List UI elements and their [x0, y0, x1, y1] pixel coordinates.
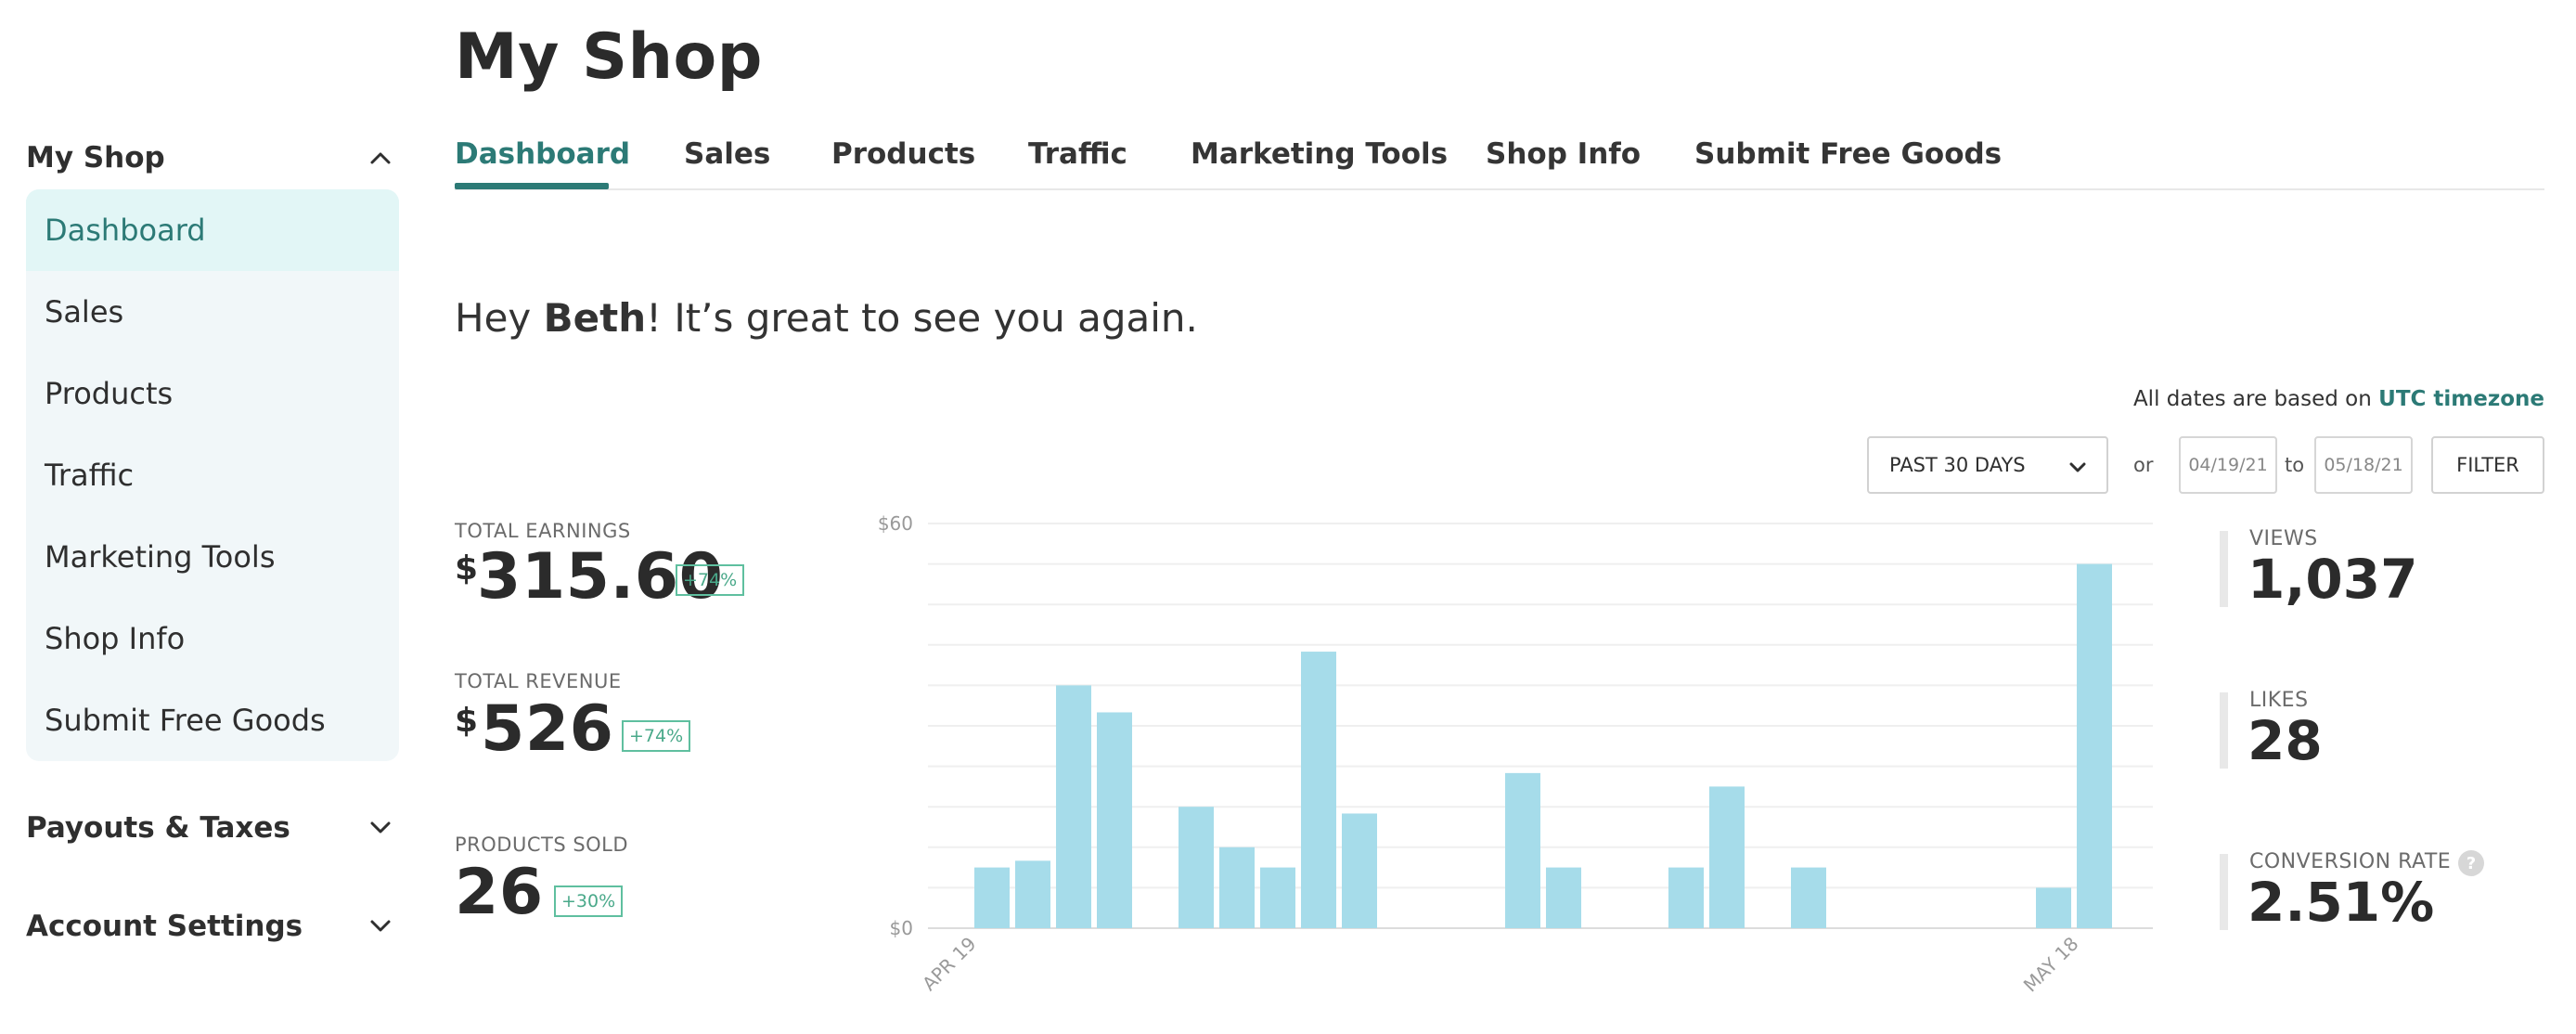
total-earnings-change-badge: +74%: [676, 564, 745, 596]
sidebar-item-traffic[interactable]: Traffic: [26, 434, 399, 516]
utc-timezone-link[interactable]: UTC timezone: [2378, 387, 2544, 411]
chevron-down-icon: [362, 809, 399, 847]
total-revenue-label: TOTAL REVENUE: [455, 670, 622, 692]
sidebar-item-label: Dashboard: [45, 213, 206, 248]
or-label: or: [2133, 454, 2154, 476]
chart-bar[interactable]: [974, 867, 1010, 928]
total-revenue-change-badge: +74%: [622, 720, 691, 752]
earnings-bar-chart: $60 $0APR 19 MAY 18: [878, 512, 2153, 997]
tab-sales[interactable]: Sales: [684, 137, 770, 171]
tab-submit-free-goods[interactable]: Submit Free Goods: [1694, 137, 2002, 171]
date-range-value: PAST 30 DAYS: [1889, 454, 2026, 476]
chart-bar[interactable]: [1015, 860, 1050, 928]
tabs-divider: [455, 188, 2544, 190]
chart-bar[interactable]: [1260, 867, 1295, 928]
sidebar-section-label: Payouts & Taxes: [26, 811, 290, 845]
sidebar-item-sales[interactable]: Sales: [26, 271, 399, 353]
chevron-up-icon: [362, 139, 399, 176]
likes-accent-bar: [2220, 692, 2228, 769]
chart-bar[interactable]: [1097, 712, 1132, 928]
page-title: My Shop: [455, 20, 763, 94]
sidebar-item-shop-info[interactable]: Shop Info: [26, 598, 399, 679]
sidebar-section-payouts-taxes[interactable]: Payouts & Taxes: [26, 800, 399, 856]
end-date-input[interactable]: [2314, 436, 2413, 494]
products-sold-label: PRODUCTS SOLD: [455, 834, 629, 856]
sidebar-item-submit-free-goods[interactable]: Submit Free Goods: [26, 679, 399, 761]
chart-bar[interactable]: [1219, 847, 1255, 928]
chart-bar[interactable]: [2036, 887, 2071, 928]
sidebar-item-marketing-tools[interactable]: Marketing Tools: [26, 516, 399, 598]
tab-shop-info[interactable]: Shop Info: [1486, 137, 1641, 171]
products-sold-change-badge: +30%: [554, 885, 624, 917]
chart-bar[interactable]: [2077, 563, 2112, 928]
date-range-select[interactable]: PAST 30 DAYS: [1867, 436, 2108, 494]
tab-marketing-tools[interactable]: Marketing Tools: [1191, 137, 1448, 171]
sidebar-item-label: Submit Free Goods: [45, 703, 326, 738]
sidebar-item-dashboard[interactable]: Dashboard: [26, 189, 399, 271]
tab-products[interactable]: Products: [831, 137, 975, 171]
chart-bar[interactable]: [1056, 685, 1091, 928]
total-earnings-label: TOTAL EARNINGS: [455, 520, 631, 542]
chart-bar[interactable]: [1301, 652, 1336, 928]
greeting-prefix: Hey: [455, 295, 544, 341]
sidebar-nav-panel: Dashboard Sales Products Traffic Marketi…: [26, 189, 399, 761]
sidebar-section-my-shop[interactable]: My Shop: [26, 130, 399, 186]
sidebar-item-products[interactable]: Products: [26, 353, 399, 434]
sidebar-item-label: Marketing Tools: [45, 539, 276, 575]
sidebar-item-label: Products: [45, 376, 174, 411]
greeting-suffix: ! It’s great to see you again.: [646, 295, 1198, 341]
timezone-note: All dates are based on UTC timezone: [2133, 387, 2544, 411]
sidebar-section-label: My Shop: [26, 141, 165, 174]
sidebar-item-label: Traffic: [45, 458, 135, 493]
tab-dashboard[interactable]: Dashboard: [455, 137, 630, 171]
help-icon[interactable]: ?: [2458, 850, 2484, 876]
chart-bar[interactable]: [1668, 867, 1704, 928]
chevron-down-icon: [2069, 456, 2086, 478]
sidebar-item-label: Sales: [45, 294, 124, 330]
active-tab-indicator: [455, 183, 609, 189]
y-tick-label: $0: [890, 917, 913, 939]
y-tick-label: $60: [878, 512, 913, 535]
timezone-note-text: All dates are based on: [2132, 387, 2379, 411]
filter-button[interactable]: FILTER: [2431, 436, 2544, 494]
products-sold-value: 26: [455, 856, 544, 929]
x-tick-label: MAY 18: [2019, 933, 2083, 997]
start-date-input[interactable]: [2179, 436, 2277, 494]
sidebar-section-account-settings[interactable]: Account Settings: [26, 898, 399, 954]
chart-bar[interactable]: [1709, 786, 1745, 928]
likes-value: 28: [2248, 709, 2323, 772]
chart-bar[interactable]: [1791, 867, 1826, 928]
total-revenue-value: 526: [481, 692, 614, 766]
tab-traffic[interactable]: Traffic: [1028, 137, 1127, 171]
greeting-message: Hey Beth! It’s great to see you again.: [455, 295, 1198, 341]
chart-bar[interactable]: [1546, 867, 1581, 928]
total-revenue-currency: $: [455, 702, 479, 740]
views-value: 1,037: [2248, 548, 2418, 611]
chart-bar[interactable]: [1342, 813, 1377, 928]
sidebar-section-label: Account Settings: [26, 910, 303, 943]
chart-bar[interactable]: [1505, 772, 1540, 928]
conversion-rate-value: 2.51%: [2248, 871, 2435, 934]
chevron-down-icon: [362, 908, 399, 945]
sidebar-item-label: Shop Info: [45, 621, 186, 656]
views-accent-bar: [2220, 531, 2228, 607]
user-name: Beth: [543, 295, 647, 341]
x-tick-label: APR 19: [918, 933, 980, 995]
total-earnings-currency: $: [455, 549, 479, 588]
conversion-accent-bar: [2220, 854, 2228, 930]
chart-bar[interactable]: [1179, 807, 1214, 928]
to-label: to: [2285, 454, 2305, 476]
